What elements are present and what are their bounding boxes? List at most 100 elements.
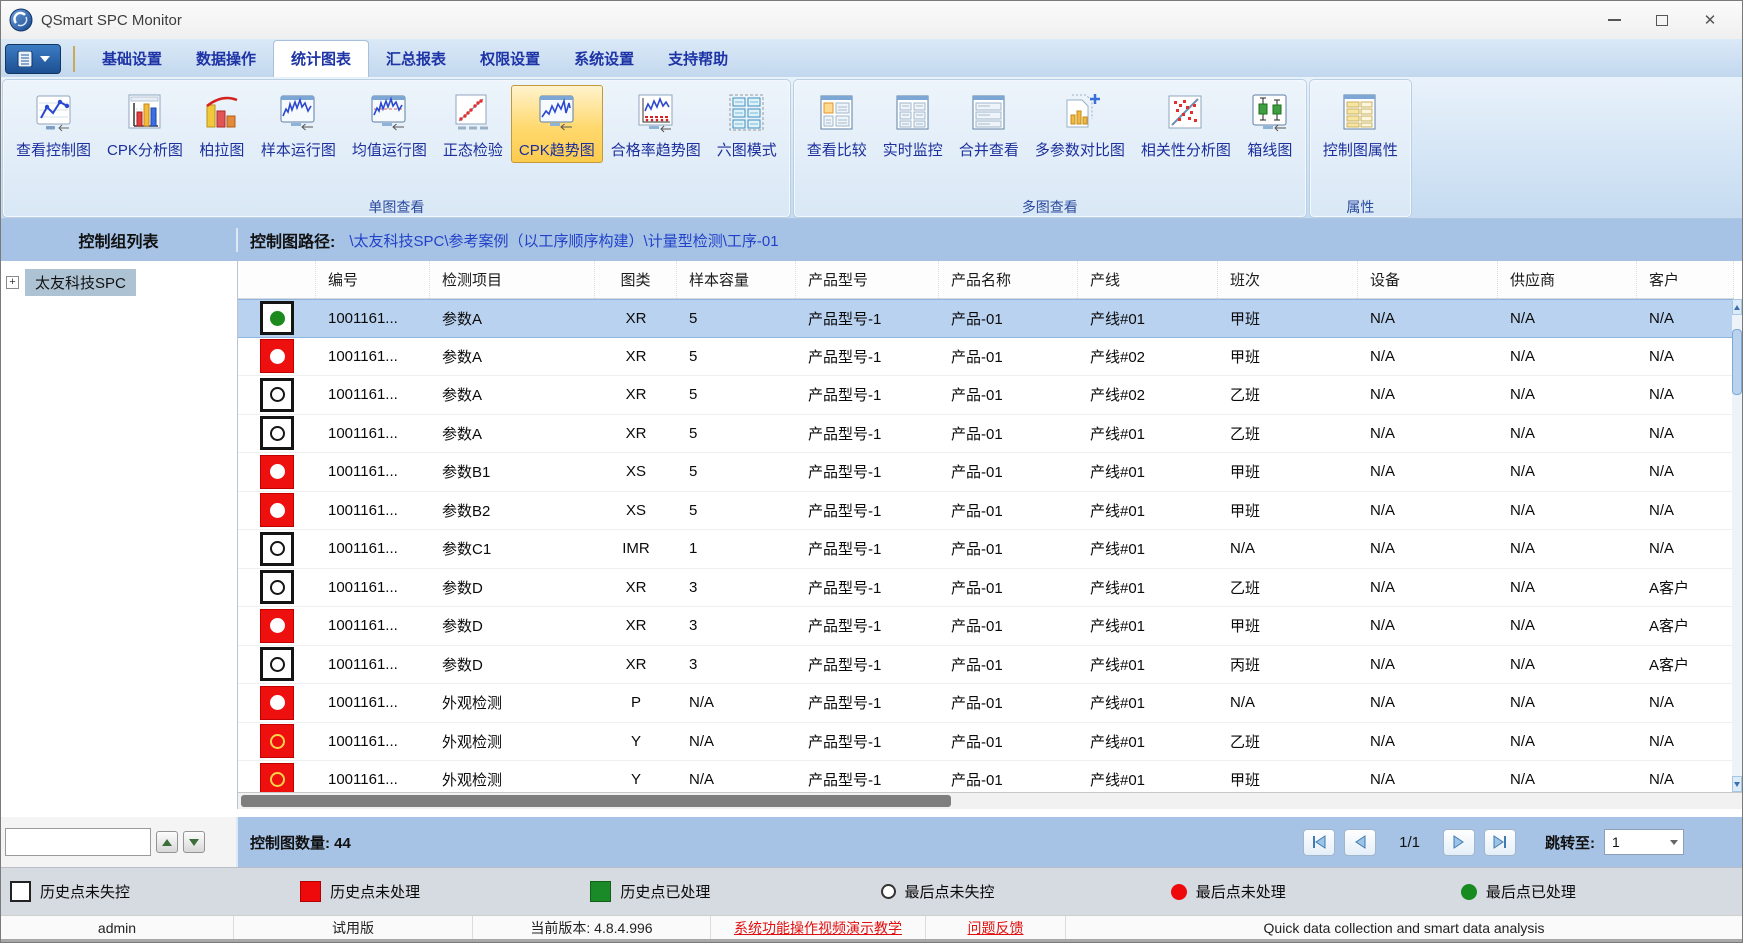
tool-normality-test[interactable]: 正态检验 <box>435 85 511 163</box>
cell-shift: 丙班 <box>1218 646 1358 684</box>
next-page-button[interactable] <box>1443 829 1475 856</box>
legend-marker-icon <box>1171 884 1187 900</box>
scroll-down-button[interactable] <box>1732 776 1742 792</box>
horizontal-scrollbar[interactable] <box>238 792 1743 809</box>
cell-sample-size: 5 <box>677 338 796 376</box>
menu-tab[interactable]: 汇总报表 <box>369 41 463 77</box>
feedback-link[interactable]: 问题反馈 <box>968 918 1024 938</box>
goto-page-value: 1 <box>1605 834 1665 850</box>
col-equipment[interactable]: 设备 <box>1358 261 1498 298</box>
tool-six-chart-mode[interactable]: 六图模式 <box>709 85 785 163</box>
tree-expander-icon[interactable]: + <box>6 276 19 289</box>
menu-tab[interactable]: 统计图表 <box>273 40 369 77</box>
col-chart-type[interactable]: 图类 <box>595 261 677 298</box>
prev-page-button[interactable] <box>1344 829 1376 856</box>
tree-search-input[interactable] <box>5 828 151 856</box>
search-up-button[interactable] <box>156 831 178 853</box>
chart-count-label: 控制图数量: 44 <box>250 832 351 853</box>
col-product-model[interactable]: 产品型号 <box>796 261 939 298</box>
cell-shift: 甲班 <box>1218 338 1358 376</box>
table-row[interactable]: 1001161... 参数A XR 5 产品型号-1 产品-01 产线#01 乙… <box>238 415 1734 454</box>
scroll-up-button[interactable] <box>1732 299 1742 315</box>
cell-shift: N/A <box>1218 530 1358 568</box>
sample-run-icon <box>275 90 321 136</box>
tool-view-control-chart[interactable]: 查看控制图 <box>8 85 99 163</box>
table-row[interactable]: 1001161... 参数D XR 3 产品型号-1 产品-01 产线#01 乙… <box>238 569 1734 608</box>
horizontal-scroll-thumb[interactable] <box>241 795 951 807</box>
col-status[interactable] <box>238 261 316 298</box>
col-production-line[interactable]: 产线 <box>1078 261 1218 298</box>
status-icon <box>260 647 294 681</box>
table-body: 1001161... 参数A XR 5 产品型号-1 产品-01 产线#01 甲… <box>238 299 1742 792</box>
table-row[interactable]: 1001161... 参数D XR 3 产品型号-1 产品-01 产线#01 丙… <box>238 646 1734 685</box>
cell-chart-type: XR <box>595 300 677 337</box>
col-test-item[interactable]: 检测项目 <box>430 261 595 298</box>
cell-customer: N/A <box>1637 415 1734 453</box>
main-menu-button[interactable] <box>5 44 61 74</box>
control-group-tree-panel: + 太友科技SPC <box>1 261 238 809</box>
menu-tab[interactable]: 权限设置 <box>463 41 557 77</box>
tool-multi-param-compare[interactable]: 多参数对比图 <box>1027 85 1133 163</box>
cell-customer: N/A <box>1637 338 1734 376</box>
table-row[interactable]: 1001161... 外观检测 Y N/A 产品型号-1 产品-01 产线#01… <box>238 723 1734 762</box>
video-tutorial-link[interactable]: 系统功能操作视频演示教学 <box>734 918 902 938</box>
vertical-scroll-thumb[interactable] <box>1732 329 1742 395</box>
maximize-button[interactable] <box>1638 5 1686 35</box>
menu-tab[interactable]: 系统设置 <box>557 41 651 77</box>
last-page-button[interactable] <box>1484 829 1516 856</box>
first-page-button[interactable] <box>1303 829 1335 856</box>
col-shift[interactable]: 班次 <box>1218 261 1358 298</box>
combo-dropdown-button[interactable] <box>1665 830 1683 854</box>
menu-tab[interactable]: 基础设置 <box>85 41 179 77</box>
table-row[interactable]: 1001161... 参数A XR 5 产品型号-1 产品-01 产线#02 甲… <box>238 338 1734 377</box>
tool-cpk-analysis[interactable]: CPK分析图 <box>99 85 191 163</box>
tool-pass-rate-trend-chart[interactable]: 合格率趋势图 <box>603 85 709 163</box>
col-supplier[interactable]: 供应商 <box>1498 261 1637 298</box>
tree-node-root[interactable]: + 太友科技SPC <box>6 269 237 296</box>
cell-sample-size: 5 <box>677 376 796 414</box>
cell-number: 1001161... <box>316 300 430 337</box>
col-customer[interactable]: 客户 <box>1637 261 1734 298</box>
ribbon-group-multi-view: 查看比较 实时监控 合并查看 <box>794 80 1306 217</box>
cell-production-line: 产线#01 <box>1078 761 1218 792</box>
goto-page-select[interactable]: 1 <box>1604 829 1684 855</box>
legend-marker-icon <box>881 884 896 899</box>
tool-mean-run-chart[interactable]: 均值运行图 <box>344 85 435 163</box>
tool-realtime-monitor[interactable]: 实时监控 <box>875 85 951 163</box>
chart-path-value[interactable]: \太友科技SPC\参考案例（以工序顺序构建）\计量型检测\工序-01 <box>349 230 778 251</box>
cell-number: 1001161... <box>316 453 430 491</box>
table-row[interactable]: 1001161... 参数D XR 3 产品型号-1 产品-01 产线#01 甲… <box>238 607 1734 646</box>
vertical-scrollbar[interactable] <box>1732 299 1742 792</box>
tool-chart-properties[interactable]: 控制图属性 <box>1315 85 1406 163</box>
table-row[interactable]: 1001161... 参数A XR 5 产品型号-1 产品-01 产线#02 乙… <box>238 376 1734 415</box>
tool-label: 箱线图 <box>1247 139 1292 160</box>
tool-view-compare[interactable]: 查看比较 <box>799 85 875 163</box>
close-icon: ✕ <box>1704 11 1717 29</box>
table-row[interactable]: 1001161... 参数C1 IMR 1 产品型号-1 产品-01 产线#01… <box>238 530 1734 569</box>
col-product-name[interactable]: 产品名称 <box>939 261 1078 298</box>
table-row[interactable]: 1001161... 外观检测 P N/A 产品型号-1 产品-01 产线#01… <box>238 684 1734 723</box>
table-row[interactable]: 1001161... 参数B2 XS 5 产品型号-1 产品-01 产线#01 … <box>238 492 1734 531</box>
table-row[interactable]: 1001161... 外观检测 Y N/A 产品型号-1 产品-01 产线#01… <box>238 761 1734 792</box>
tool-merge-view[interactable]: 合并查看 <box>951 85 1027 163</box>
search-down-button[interactable] <box>183 831 205 853</box>
menu-tab[interactable]: 数据操作 <box>179 41 273 77</box>
cell-product-model: 产品型号-1 <box>796 338 939 376</box>
col-sample-size[interactable]: 样本容量 <box>677 261 796 298</box>
minimize-button[interactable] <box>1590 5 1638 35</box>
legend-item: 最后点未失控 <box>872 881 1162 902</box>
tool-cpk-trend-chart[interactable]: CPK趋势图 <box>511 85 603 163</box>
close-button[interactable]: ✕ <box>1686 5 1734 35</box>
table-row[interactable]: 1001161... 参数A XR 5 产品型号-1 产品-01 产线#01 甲… <box>238 299 1734 338</box>
menu-tab[interactable]: 支持帮助 <box>651 41 745 77</box>
cell-equipment: N/A <box>1358 376 1498 414</box>
tool-correlation-analysis[interactable]: 相关性分析图 <box>1133 85 1239 163</box>
table-row[interactable]: 1001161... 参数B1 XS 5 产品型号-1 产品-01 产线#01 … <box>238 453 1734 492</box>
tree-node-label[interactable]: 太友科技SPC <box>25 269 136 296</box>
cell-chart-type: XR <box>595 338 677 376</box>
col-number[interactable]: 编号 <box>316 261 430 298</box>
tool-pareto[interactable]: 柏拉图 <box>191 85 253 163</box>
tool-label: 查看控制图 <box>16 139 91 160</box>
tool-sample-run-chart[interactable]: 样本运行图 <box>253 85 344 163</box>
tool-boxplot[interactable]: 箱线图 <box>1239 85 1301 163</box>
